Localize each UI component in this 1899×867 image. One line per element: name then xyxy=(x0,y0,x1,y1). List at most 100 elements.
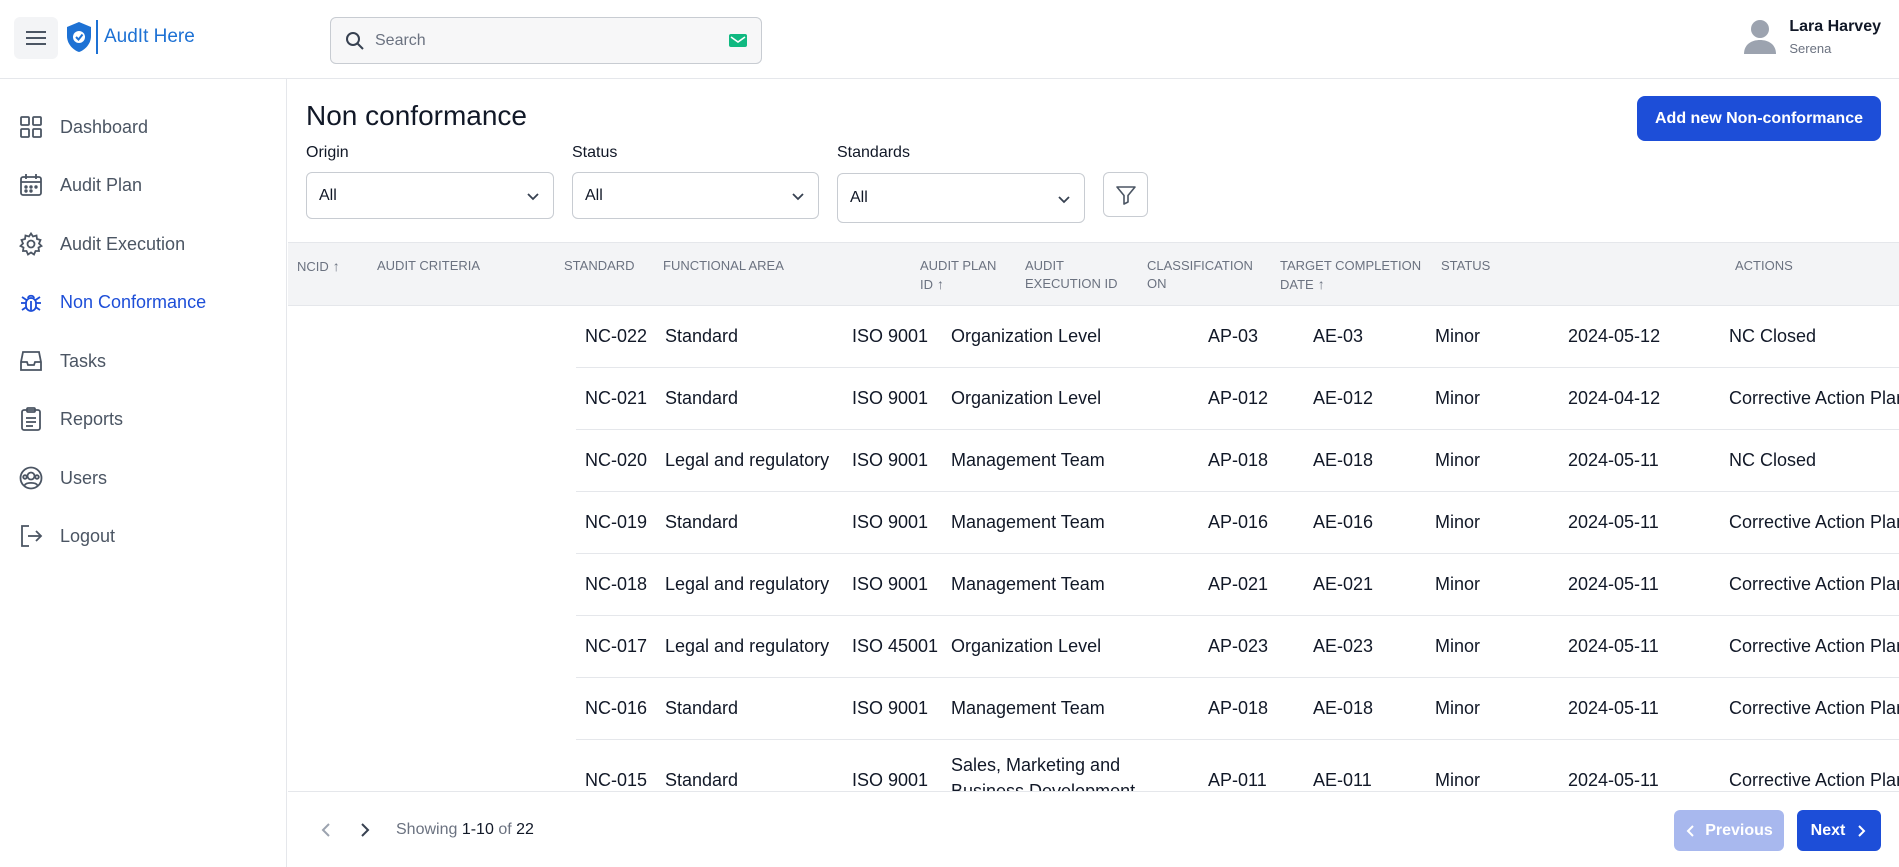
cell-classification: Minor xyxy=(1435,326,1481,346)
cell-audit-plan-id: AP-012 xyxy=(1208,388,1269,408)
cell-functional-area: Organization Level xyxy=(951,636,1102,656)
status-filter-label: Status xyxy=(572,144,618,161)
page-next-arrow[interactable] xyxy=(353,818,377,842)
cell-audit-execution-id: AE-011 xyxy=(1313,770,1372,790)
cell-status: Corrective Action Plan - Pending xyxy=(1729,574,1899,594)
next-button[interactable]: Next xyxy=(1797,810,1881,851)
cell-status: Corrective Action Plan - Pending xyxy=(1729,388,1899,408)
chevron-down-icon xyxy=(792,193,804,201)
cell-ncid: NC-015 xyxy=(585,770,648,790)
cell-status: Corrective Action Plan - Pending xyxy=(1729,636,1899,656)
sidebar-item-non-conformance[interactable]: Non Conformance xyxy=(18,282,206,322)
column-header-target-completion-date[interactable]: TARGET COMPLETION DATE ↑ xyxy=(1280,257,1430,294)
page-prev-arrow[interactable] xyxy=(314,818,338,842)
status-select[interactable]: All xyxy=(572,172,819,219)
cell-target-date: 2024-05-11 xyxy=(1568,574,1659,594)
avatar xyxy=(1744,20,1777,54)
cell-ncid: NC-016 xyxy=(585,698,648,718)
column-header-classification: CLASSIFICATION ON xyxy=(1147,258,1253,291)
cell-classification: Minor xyxy=(1435,512,1481,532)
sidebar-item-label: Users xyxy=(60,467,108,488)
chevron-right-icon xyxy=(361,823,370,837)
cell-ncid: NC-019 xyxy=(585,512,648,532)
column-header-audit-criteria: AUDIT CRITERIA xyxy=(377,258,481,273)
cell-standard: ISO 9001 xyxy=(852,698,929,718)
search-icon xyxy=(346,31,364,50)
column-header-audit-plan-id[interactable]: AUDIT PLAN ID ↑ xyxy=(920,257,1010,294)
filter-icon xyxy=(1115,185,1136,205)
cell-target-date: 2024-05-12 xyxy=(1568,326,1661,346)
cell-audit-execution-id: AE-016 xyxy=(1313,512,1374,532)
hamburger-icon xyxy=(26,31,46,45)
cell-ncid: NC-021 xyxy=(585,388,648,408)
mail-badge-icon xyxy=(729,34,747,47)
cell-audit-plan-id: AP-023 xyxy=(1208,636,1269,656)
filter-button[interactable] xyxy=(1103,172,1148,217)
cell-classification: Minor xyxy=(1435,574,1481,594)
chevron-down-icon xyxy=(1058,196,1070,204)
sidebar-item-tasks[interactable]: Tasks xyxy=(18,341,106,381)
cell-functional-area: Management Team xyxy=(951,574,1105,594)
chevron-left-icon xyxy=(321,823,330,837)
cell-standard: ISO 45001 xyxy=(852,636,939,656)
app-logo[interactable]: AudIt Here xyxy=(66,20,195,54)
user-subtitle: Serena xyxy=(1789,41,1832,56)
sidebar-item-label: Dashboard xyxy=(60,116,149,137)
column-header-ncid[interactable]: NCID ↑ xyxy=(297,257,340,276)
sidebar-item-audit-plan[interactable]: Audit Plan xyxy=(18,165,142,205)
search-input[interactable] xyxy=(375,31,715,50)
user-menu[interactable]: Lara Harvey Serena xyxy=(1743,18,1881,56)
cell-audit-criteria: Standard xyxy=(665,388,739,408)
table-row: NC-018 Legal and regulatory ISO 9001 Man… xyxy=(576,554,1899,616)
sidebar-item-reports[interactable]: Reports xyxy=(18,399,123,439)
sidebar-item-logout[interactable]: Logout xyxy=(18,516,115,556)
gear-icon xyxy=(18,231,44,257)
chevron-down-icon xyxy=(527,193,539,201)
sidebar-item-label: Non Conformance xyxy=(60,291,207,312)
cell-status: Corrective Action Plan - Pending xyxy=(1729,512,1899,532)
pagination-bar: Showing 1-10 of 22 Previous Next xyxy=(288,791,1899,867)
cell-audit-execution-id: AE-023 xyxy=(1313,636,1374,656)
bug-icon xyxy=(18,289,44,315)
cell-audit-criteria: Standard xyxy=(665,326,739,346)
cell-audit-execution-id: AE-018 xyxy=(1313,450,1374,470)
user-name: Lara Harvey xyxy=(1789,18,1881,35)
standards-select[interactable]: All xyxy=(837,173,1085,223)
table-row: NC-020 Legal and regulatory ISO 9001 Man… xyxy=(576,430,1899,492)
sidebar-item-users[interactable]: Users xyxy=(18,458,107,498)
pagination-total: 22 xyxy=(516,821,534,838)
cell-classification: Minor xyxy=(1435,770,1481,790)
cell-audit-execution-id: AE-021 xyxy=(1313,574,1374,594)
logo-text: AudIt Here xyxy=(104,26,195,47)
calendar-icon xyxy=(18,172,44,198)
cell-audit-execution-id: AE-012 xyxy=(1313,388,1374,408)
sidebar-item-audit-execution[interactable]: Audit Execution xyxy=(18,224,185,264)
shield-check-icon xyxy=(67,22,91,52)
cell-audit-criteria: Standard xyxy=(665,698,739,718)
table-row: NC-022 Standard ISO 9001 Organization Le… xyxy=(576,306,1899,368)
origin-select[interactable]: All xyxy=(306,172,554,219)
cell-target-date: 2024-05-11 xyxy=(1568,512,1659,532)
cell-audit-criteria: Legal and regulatory xyxy=(665,636,830,656)
cell-ncid: NC-022 xyxy=(585,326,648,346)
chevron-right-icon xyxy=(1858,824,1866,837)
sort-arrow-icon: ↑ xyxy=(937,276,944,292)
cell-classification: Minor xyxy=(1435,636,1481,656)
cell-status: Corrective Action Plan - In Review xyxy=(1729,698,1899,718)
cell-functional-area: Management Team xyxy=(951,698,1105,718)
sort-arrow-icon: ↑ xyxy=(1317,276,1325,292)
cell-classification: Minor xyxy=(1435,450,1481,470)
search-box[interactable] xyxy=(330,17,762,64)
column-header-standard: STANDARD xyxy=(564,258,635,273)
grid-icon xyxy=(18,114,44,140)
cell-ncid: NC-017 xyxy=(585,636,648,656)
cell-classification: Minor xyxy=(1435,388,1481,408)
add-non-conformance-button[interactable]: Add new Non-conformance xyxy=(1637,96,1881,141)
cell-target-date: 2024-05-11 xyxy=(1568,698,1659,718)
table-header: NCID ↑ AUDIT CRITERIA STANDARD FUNCTIONAL… xyxy=(288,242,1899,306)
cell-classification: Minor xyxy=(1435,698,1481,718)
pagination-range: 1-10 xyxy=(461,821,494,838)
menu-toggle-button[interactable] xyxy=(14,17,58,59)
sidebar-item-dashboard[interactable]: Dashboard xyxy=(18,107,148,147)
previous-button[interactable]: Previous xyxy=(1674,810,1784,851)
